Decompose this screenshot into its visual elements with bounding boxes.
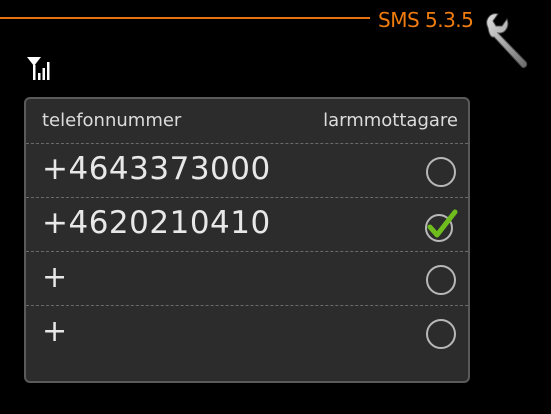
table-row[interactable]: +4643373000 — [26, 143, 468, 197]
table-row[interactable]: + — [26, 305, 468, 381]
radio-unchecked-icon[interactable] — [424, 317, 458, 351]
phone-number[interactable]: +4620210410 — [42, 205, 271, 241]
phone-number[interactable]: + — [42, 314, 68, 349]
menu-code: SMS 5.3.5 — [378, 8, 474, 32]
top-divider — [0, 17, 370, 19]
radio-unchecked-icon[interactable] — [424, 263, 458, 297]
wrench-icon — [486, 13, 528, 68]
table-row[interactable]: +4620210410 — [26, 197, 468, 251]
checkmark-icon[interactable] — [424, 209, 458, 243]
table-header: telefonnummer larmmottagare — [26, 99, 468, 143]
phone-number[interactable]: + — [42, 260, 68, 295]
signal-strength-icon — [27, 57, 50, 80]
column-header-phone: telefonnummer — [42, 110, 182, 131]
phone-number[interactable]: +4643373000 — [42, 151, 271, 187]
radio-unchecked-icon[interactable] — [424, 155, 458, 189]
table-row[interactable]: + — [26, 251, 468, 305]
column-header-alarm: larmmottagare — [323, 110, 458, 131]
phone-list-panel: telefonnummer larmmottagare +4643373000 … — [24, 97, 470, 383]
